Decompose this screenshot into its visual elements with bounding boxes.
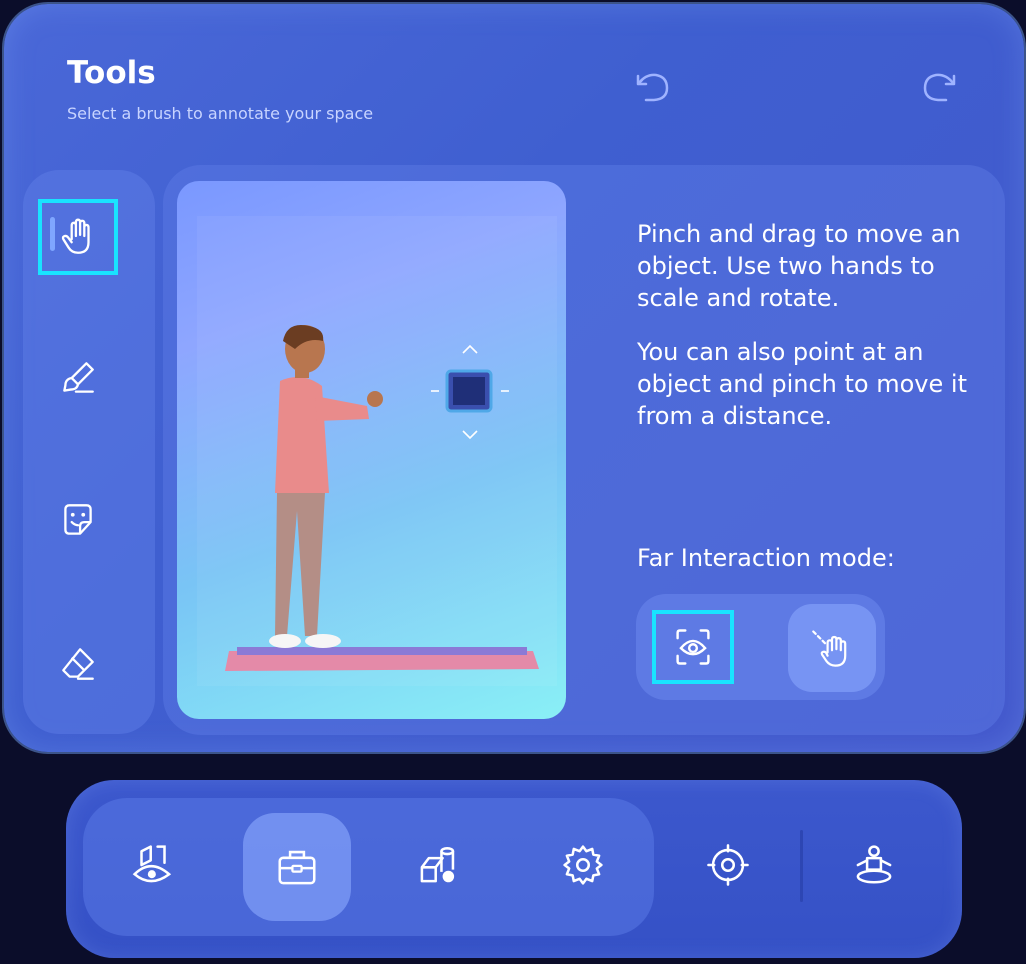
hand-icon: [61, 218, 90, 254]
panel-subtitle: Select a brush to annotate your space: [67, 104, 374, 123]
toolbox-dock-button[interactable]: [243, 813, 351, 921]
objects-icon: [420, 847, 455, 883]
description-paragraph-2: You can also point at an object and pinc…: [637, 338, 967, 430]
eye-gaze-mode-button[interactable]: [652, 610, 734, 684]
eraser-icon: [62, 648, 94, 680]
target-dock-button[interactable]: [674, 811, 782, 919]
annotate-icon: [132, 845, 172, 883]
brush-tool-button[interactable]: [38, 340, 118, 416]
hand-ray-mode-button[interactable]: [788, 604, 876, 692]
redo-button[interactable]: [918, 66, 958, 106]
undo-button[interactable]: [634, 66, 674, 106]
far-interaction-label: Far Interaction mode:: [637, 544, 895, 572]
dock-separator: [800, 830, 803, 902]
sticker-tool-button[interactable]: [38, 482, 118, 558]
brush-icon: [63, 362, 94, 393]
redo-icon: [923, 73, 956, 102]
undo-icon: [636, 73, 669, 102]
target-icon: [707, 844, 749, 886]
panel-title: Tools: [67, 55, 156, 91]
person-dock-button[interactable]: [820, 811, 928, 919]
objects-dock-button[interactable]: [384, 811, 492, 919]
settings-icon: [563, 845, 603, 885]
hand-ray-icon: [812, 630, 847, 667]
sticker-icon: [64, 504, 92, 535]
tutorial-illustration: [197, 216, 557, 686]
description-paragraph-1: Pinch and drag to move an object. Use tw…: [637, 220, 961, 312]
toolbox-icon: [278, 850, 316, 885]
tutorial-preview: [177, 181, 566, 719]
eye-gaze-icon: [676, 629, 710, 665]
hand-tool-button[interactable]: [38, 199, 118, 275]
settings-dock-button[interactable]: [529, 811, 637, 919]
annotate-dock-button[interactable]: [99, 811, 207, 919]
eraser-tool-button[interactable]: [38, 626, 118, 702]
person-icon: [856, 845, 892, 884]
